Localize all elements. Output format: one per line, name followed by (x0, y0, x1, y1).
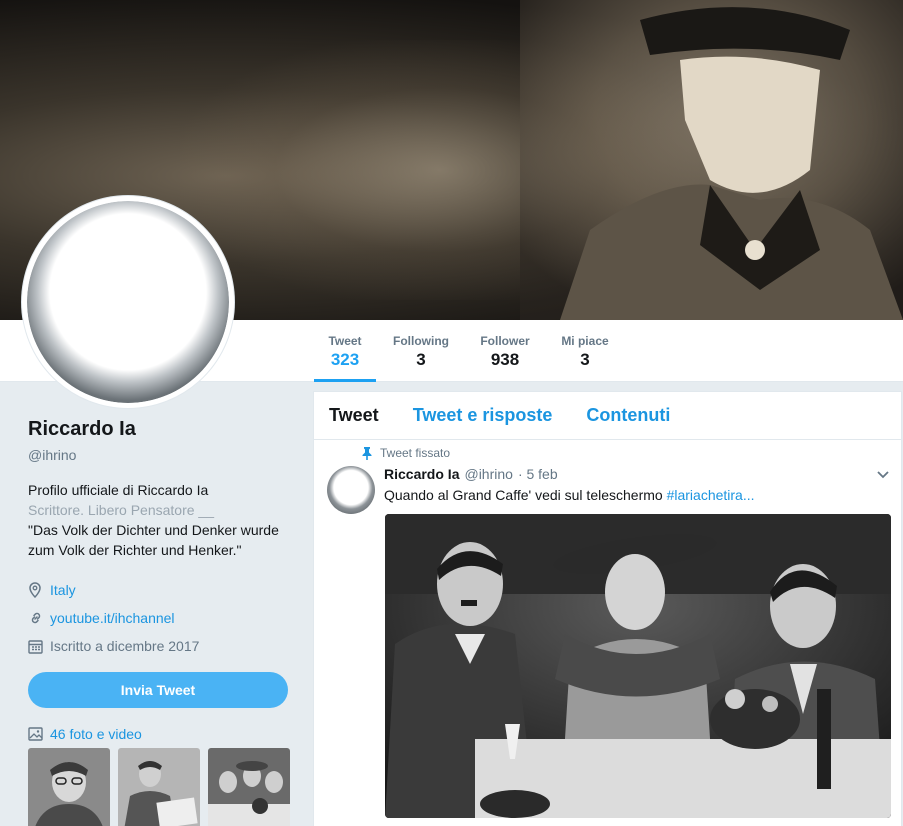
stat-following[interactable]: Following 3 (388, 334, 454, 382)
photo-icon (28, 727, 50, 741)
media-label: 46 foto e video (50, 726, 142, 742)
stat-value: 3 (416, 350, 426, 369)
link-icon (28, 610, 50, 626)
website-link[interactable]: youtube.it/ihchannel (50, 610, 175, 626)
avatar-image (27, 201, 229, 403)
location-link[interactable]: Italy (50, 582, 76, 598)
tweet-body: Quando al Grand Caffe' vedi sul telesche… (384, 487, 667, 503)
stat-label: Follower (480, 334, 530, 348)
tab-tweets[interactable]: Tweet (329, 405, 379, 426)
profile-avatar[interactable] (22, 196, 234, 408)
tweet-photo-image (385, 514, 891, 818)
chevron-down-icon[interactable] (877, 466, 889, 484)
tweet-author-name[interactable]: Riccardo Ia (384, 466, 459, 482)
media-thumbnail[interactable] (208, 748, 290, 826)
bio-line: Profilo ufficiale di Riccardo Ia (28, 482, 209, 498)
send-tweet-button[interactable]: Invia Tweet (28, 672, 288, 708)
profile-name[interactable]: Riccardo Ia (28, 418, 298, 441)
stat-value: 3 (580, 350, 590, 369)
profile-meta: Italy youtube.it/ihchannel Iscritto a di… (28, 576, 298, 660)
calendar-icon (28, 639, 50, 654)
profile-handle[interactable]: @ihrino (28, 447, 298, 463)
joined-text: Iscritto a dicembre 2017 (50, 638, 200, 654)
tab-media[interactable]: Contenuti (586, 405, 670, 426)
stat-followers[interactable]: Follower 938 (476, 334, 534, 382)
stat-label: Tweet (328, 334, 362, 348)
tweet-author-handle[interactable]: @ihrino (464, 466, 512, 482)
website-row: youtube.it/ihchannel (28, 604, 298, 632)
location-row: Italy (28, 576, 298, 604)
tweet-header: Riccardo Ia @ihrino · 5 feb (384, 466, 558, 482)
profile-card: Riccardo Ia @ihrino Profilo ufficiale di… (28, 418, 298, 826)
stat-value: 938 (490, 350, 520, 369)
media-thumbnail[interactable] (28, 748, 110, 826)
pinned-label: Tweet fissato (380, 446, 451, 460)
tweet-photo[interactable] (385, 514, 891, 818)
pinned-indicator: Tweet fissato (362, 446, 450, 460)
joined-row: Iscritto a dicembre 2017 (28, 632, 298, 660)
tweet-hashtag[interactable]: #lariachetira... (667, 487, 755, 503)
tweet-avatar[interactable] (327, 466, 375, 514)
stat-value: 323 (330, 350, 360, 369)
stat-label: Mi piace (561, 334, 609, 348)
location-icon (28, 582, 50, 598)
media-thumbnail[interactable] (118, 748, 200, 826)
stat-label: Following (393, 334, 449, 348)
profile-bio: Profilo ufficiale di Riccardo Ia Scritto… (28, 480, 288, 560)
media-thumbnails (28, 748, 298, 826)
bio-line: "Das Volk der Dichter und Denker wurde (28, 522, 279, 538)
tweet-date[interactable]: · 5 feb (518, 466, 558, 482)
bio-line: zum Volk der Richter und Henker." (28, 542, 242, 558)
stat-tweets[interactable]: Tweet 323 (314, 334, 376, 382)
banner-figure (520, 0, 903, 320)
pin-icon (362, 446, 372, 460)
timeline: Tweet Tweet e risposte Contenuti Tweet f… (313, 391, 902, 826)
stat-likes[interactable]: Mi piace 3 (556, 334, 614, 382)
media-link[interactable]: 46 foto e video (28, 726, 298, 742)
timeline-tabs: Tweet Tweet e risposte Contenuti (314, 392, 901, 440)
tab-tweets-replies[interactable]: Tweet e risposte (413, 405, 553, 426)
bio-line: Scrittore. Libero Pensatore __ (28, 502, 214, 518)
tweet-text: Quando al Grand Caffe' vedi sul telesche… (384, 487, 755, 503)
